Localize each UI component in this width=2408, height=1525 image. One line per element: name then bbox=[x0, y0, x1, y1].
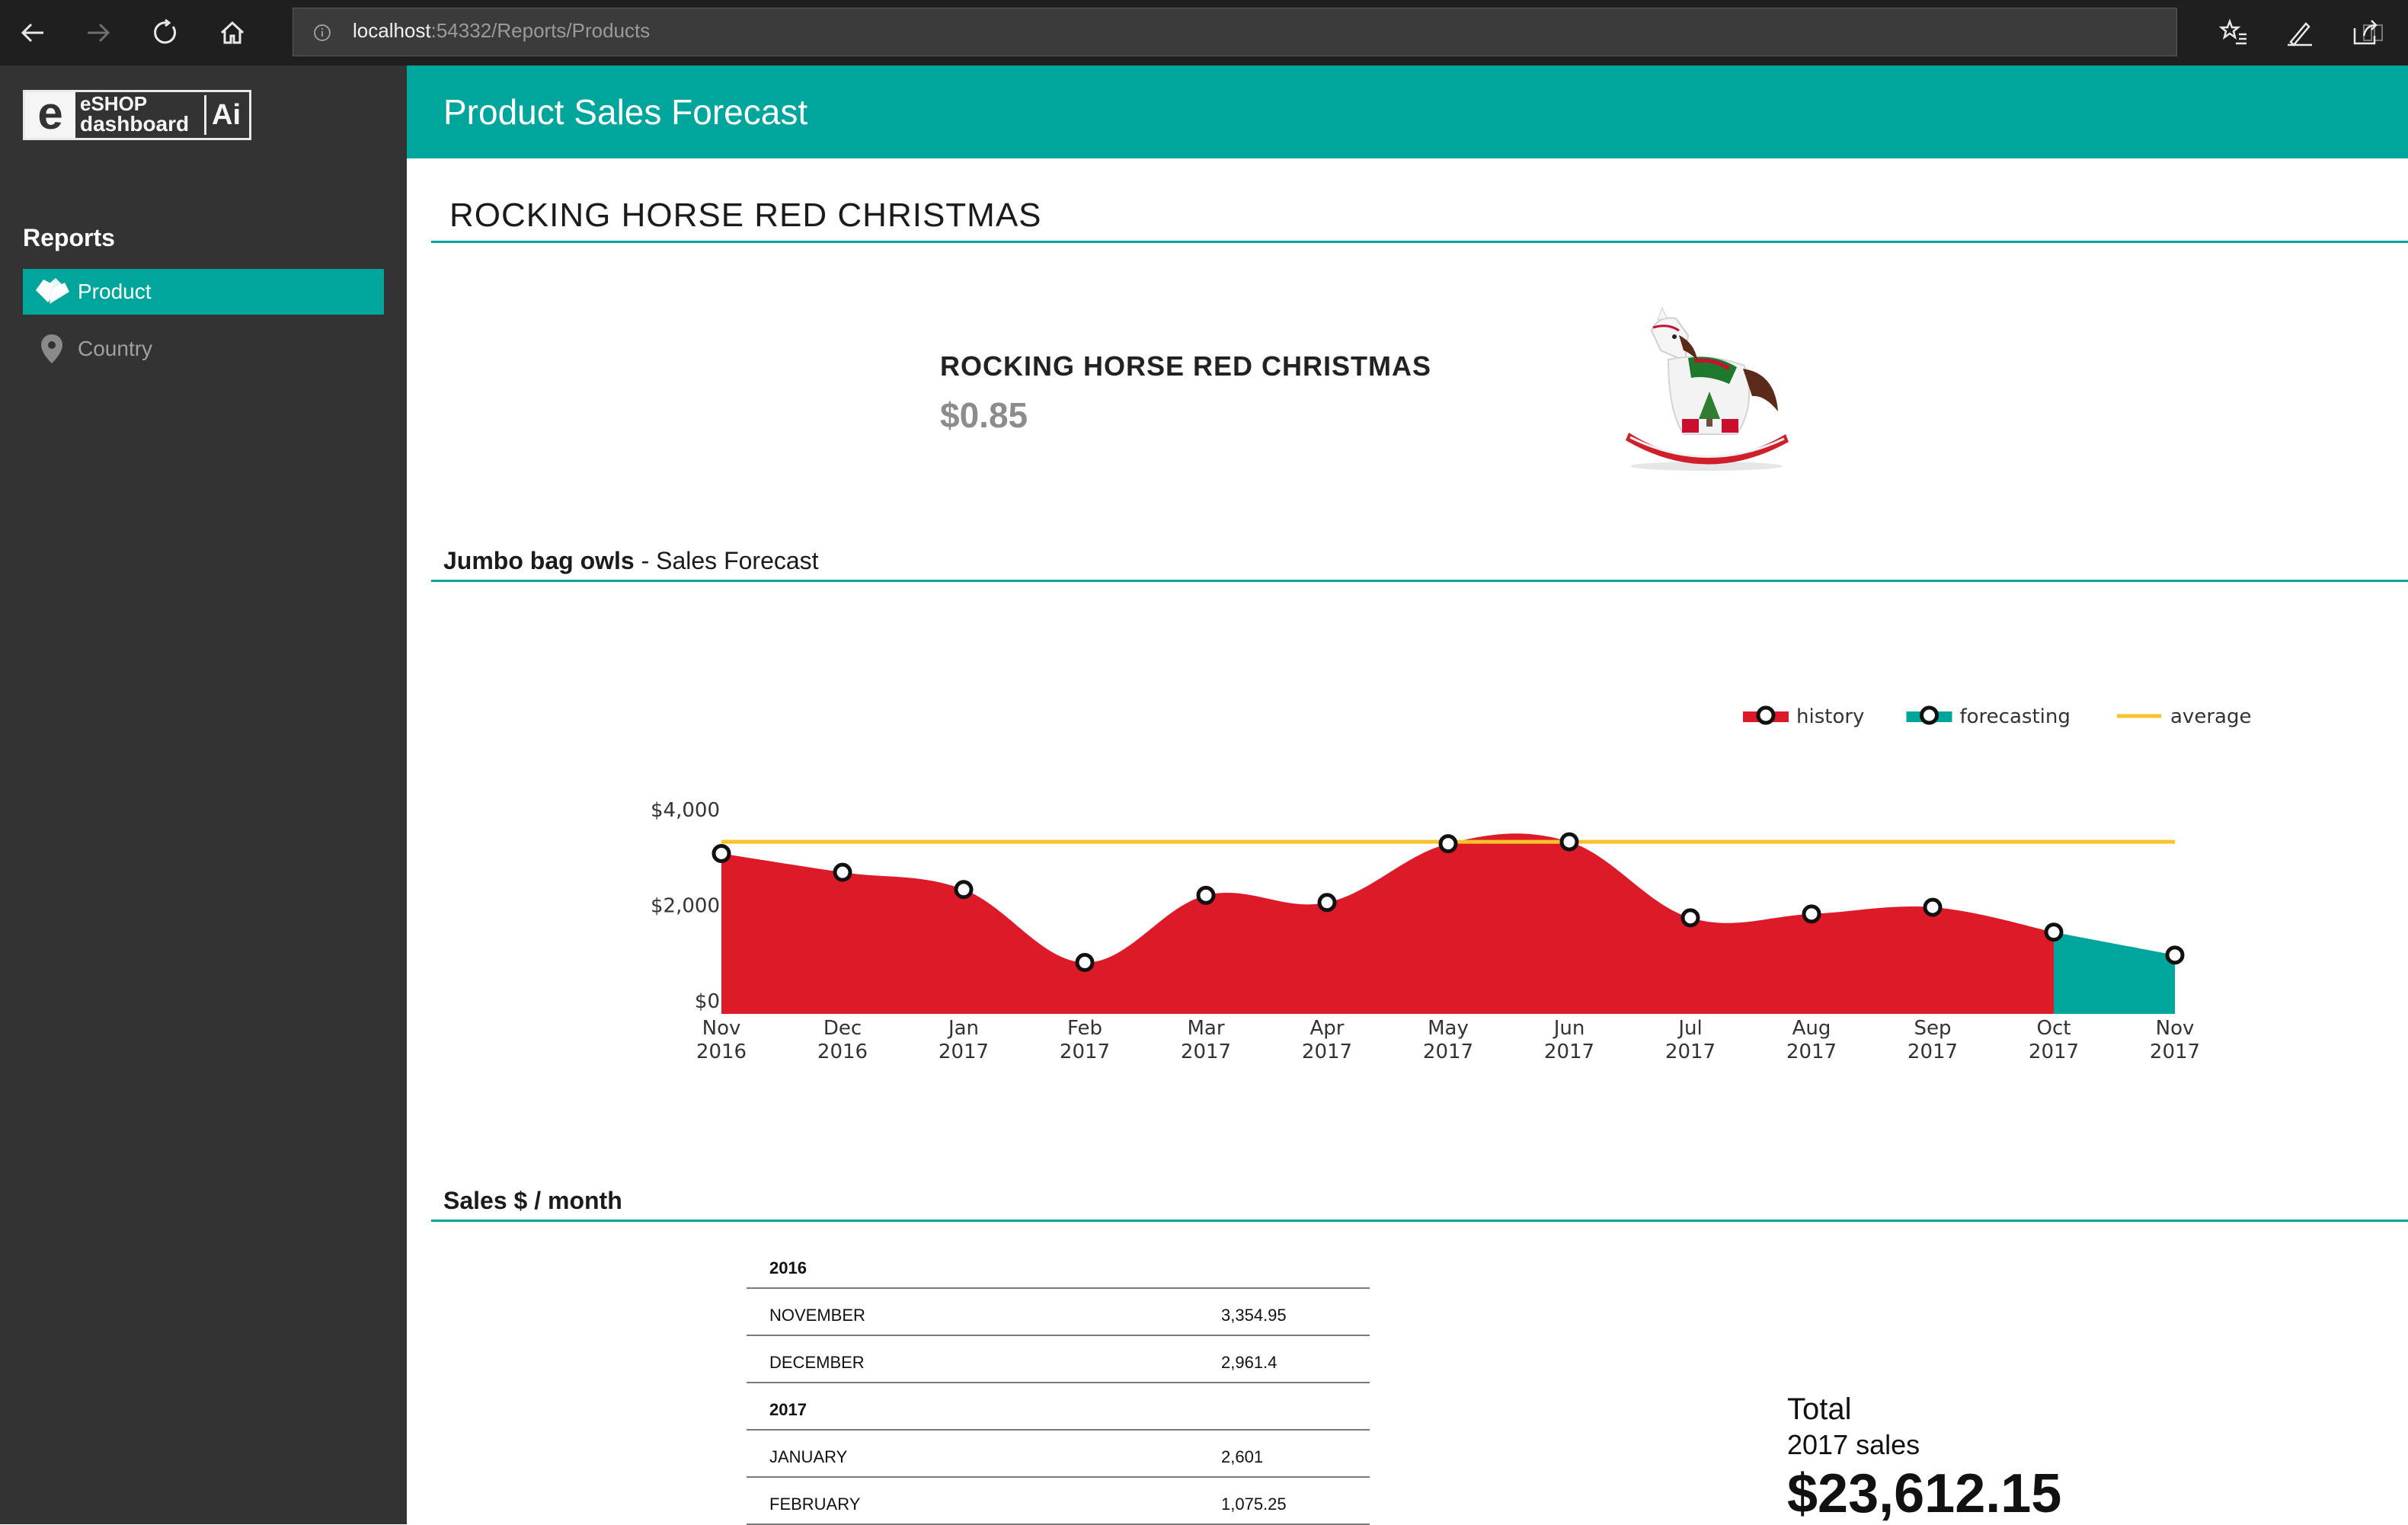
x-tick-label: 2016 bbox=[817, 1041, 868, 1063]
x-tick-label: Feb bbox=[1067, 1017, 1102, 1040]
x-tick-label: 2017 bbox=[2150, 1041, 2200, 1063]
sales-per-month-title: Sales $ / month bbox=[443, 1187, 622, 1214]
x-tick-label: 2017 bbox=[1908, 1041, 1958, 1063]
x-tick-label: Jan bbox=[947, 1017, 979, 1040]
table-row-year: 2017 bbox=[747, 1383, 1370, 1431]
section-divider bbox=[431, 1220, 2408, 1222]
series-area-forecasting bbox=[2054, 932, 2175, 1014]
data-point-history bbox=[1559, 832, 1579, 852]
x-tick-label: 2017 bbox=[1181, 1041, 1231, 1063]
year-label: 2017 bbox=[769, 1400, 807, 1419]
month-label: FEBRUARY bbox=[769, 1495, 861, 1514]
data-point-history bbox=[1680, 908, 1700, 928]
x-tick-label: 2017 bbox=[1423, 1041, 1473, 1063]
legend-label-average: average bbox=[2170, 705, 2251, 728]
x-tick-label: Sep bbox=[1914, 1017, 1951, 1040]
table-row: FEBRUARY 1,075.25 bbox=[747, 1478, 1370, 1525]
data-point-history bbox=[1075, 953, 1095, 973]
data-point-history bbox=[1317, 893, 1337, 913]
year-label: 2016 bbox=[769, 1258, 807, 1277]
x-tick-label: Oct bbox=[2037, 1017, 2071, 1040]
y-tick-label: $4,000 bbox=[651, 799, 720, 822]
x-tick-label: 2017 bbox=[1786, 1041, 1837, 1063]
month-value: 2,601 bbox=[1221, 1447, 1264, 1466]
data-point-history bbox=[2044, 922, 2064, 942]
x-tick-label: Jul bbox=[1677, 1017, 1702, 1040]
month-value: 1,075.25 bbox=[1221, 1495, 1287, 1514]
table-row: DECEMBER 2,961.4 bbox=[747, 1336, 1370, 1383]
x-tick-label: Nov bbox=[2156, 1017, 2195, 1040]
y-tick-label: $0 bbox=[695, 990, 720, 1013]
table-row: JANUARY 2,601 bbox=[747, 1431, 1370, 1478]
month-label: DECEMBER bbox=[769, 1353, 865, 1372]
data-point-history bbox=[1802, 904, 1821, 924]
data-point-history bbox=[954, 880, 974, 900]
data-point-history bbox=[1438, 834, 1458, 854]
legend-marker bbox=[1920, 705, 1939, 725]
x-tick-label: Apr bbox=[1310, 1017, 1345, 1040]
data-point-forecasting bbox=[2165, 945, 2185, 965]
x-tick-label: Nov bbox=[702, 1017, 741, 1040]
sales-forecast-chart: $0$2,000$4,000 Nov2016Dec2016Jan2017Feb2… bbox=[651, 705, 2251, 1063]
data-point-history bbox=[1196, 885, 1216, 905]
month-label: NOVEMBER bbox=[769, 1306, 865, 1325]
month-label: JANUARY bbox=[769, 1447, 848, 1466]
data-point-history bbox=[712, 843, 731, 863]
x-tick-label: 2017 bbox=[1665, 1041, 1716, 1063]
x-tick-label: 2017 bbox=[1302, 1041, 1352, 1063]
x-tick-label: 2017 bbox=[2029, 1041, 2079, 1063]
month-value: 2,961.4 bbox=[1221, 1353, 1278, 1372]
series-area-history bbox=[721, 833, 2054, 1014]
x-tick-label: Aug bbox=[1792, 1017, 1831, 1040]
legend-marker bbox=[1756, 705, 1776, 725]
sales-table: 2016 NOVEMBER 3,354.95 DECEMBER 2,961.4 20… bbox=[747, 1242, 1370, 1525]
total-sublabel: 2017 sales bbox=[1787, 1429, 1920, 1460]
total-label: Total bbox=[1787, 1392, 1852, 1426]
data-point-history bbox=[1923, 897, 1943, 917]
x-tick-label: 2017 bbox=[1544, 1041, 1594, 1063]
table-row-year: 2016 bbox=[747, 1242, 1370, 1289]
x-tick-label: 2017 bbox=[1060, 1041, 1110, 1063]
x-tick-label: Jun bbox=[1553, 1017, 1585, 1040]
x-tick-label: May bbox=[1428, 1017, 1469, 1040]
month-value: 3,354.95 bbox=[1221, 1306, 1287, 1325]
x-tick-label: 2016 bbox=[696, 1041, 747, 1063]
x-tick-label: 2017 bbox=[939, 1041, 989, 1063]
x-tick-label: Dec bbox=[823, 1017, 862, 1040]
legend-label-forecasting: forecasting bbox=[1960, 705, 2071, 728]
legend-label-history: history bbox=[1796, 705, 1864, 728]
table-row: NOVEMBER 3,354.95 bbox=[747, 1289, 1370, 1336]
y-tick-label: $2,000 bbox=[651, 895, 720, 918]
x-tick-label: Mar bbox=[1187, 1017, 1224, 1040]
total-sales-value: $23,612.15 bbox=[1787, 1463, 2062, 1524]
data-point-history bbox=[833, 862, 852, 882]
